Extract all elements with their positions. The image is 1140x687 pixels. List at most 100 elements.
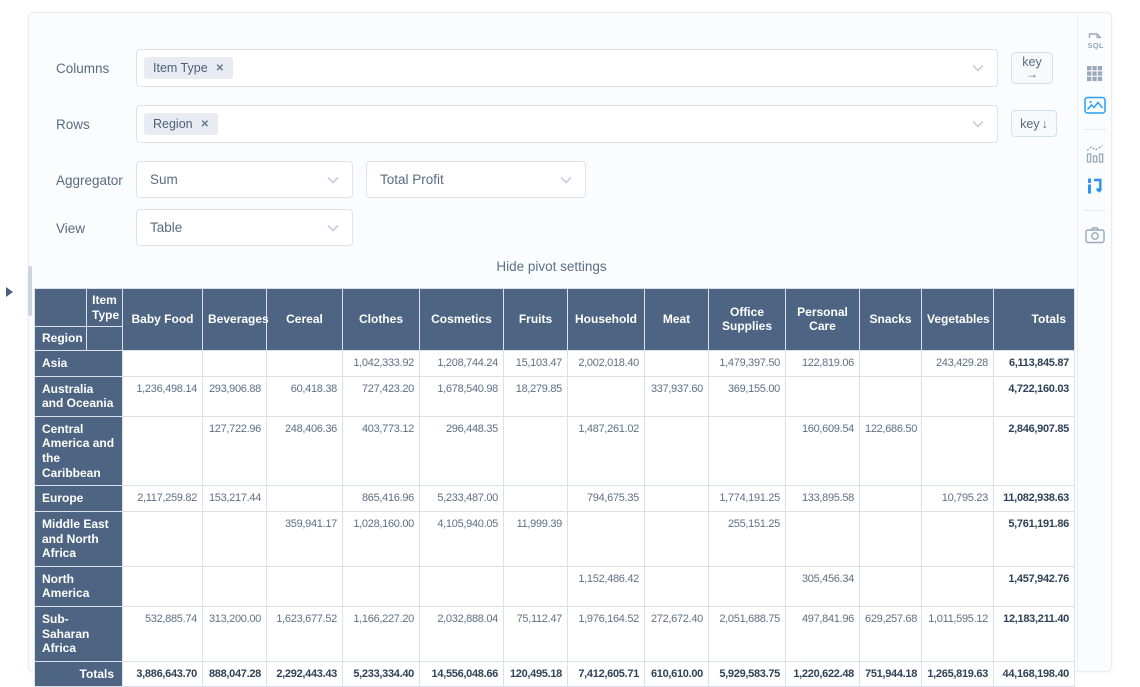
rows-tag-region[interactable]: Region ✕ (144, 113, 218, 135)
data-cell (203, 350, 267, 376)
data-cell (860, 511, 922, 566)
columns-tag-item-type[interactable]: Item Type ✕ (144, 57, 233, 79)
row-header: Australia and Oceania (35, 376, 123, 416)
data-cell: 2,117,259.82 (123, 486, 203, 512)
data-cell: 1,774,191.25 (709, 486, 786, 512)
view-select[interactable]: Table (136, 209, 353, 246)
row-total-cell: 5,761,191.86 (994, 511, 1075, 566)
col-header: Clothes (343, 289, 420, 351)
data-cell: 122,686.50 (860, 416, 922, 486)
col-total-cell: 1,265,819.63 (922, 661, 994, 686)
pivot-view-icon[interactable] (1083, 174, 1107, 198)
grand-total-cell: 44,168,198.40 (994, 661, 1075, 686)
data-cell: 2,051,688.75 (709, 607, 786, 662)
data-cell (860, 486, 922, 512)
col-total-cell: 1,220,622.48 (786, 661, 860, 686)
col-header-row: Item TypeBaby FoodBeveragesCerealClothes… (35, 289, 1075, 327)
row-header: Central America and the Caribbean (35, 416, 123, 486)
data-cell: 243,429.28 (922, 350, 994, 376)
data-cell: 1,487,261.02 (568, 416, 645, 486)
data-cell (123, 350, 203, 376)
col-total-cell: 5,233,334.40 (343, 661, 420, 686)
toolbar-divider (1084, 129, 1106, 130)
rows-select[interactable]: Region ✕ (136, 105, 998, 143)
data-cell (123, 511, 203, 566)
table-row: North America1,152,486.42305,456.341,457… (35, 566, 1075, 606)
hide-pivot-settings-link[interactable]: Hide pivot settings (29, 259, 1074, 274)
rows-key-button[interactable]: key ↓ (1011, 110, 1057, 137)
data-cell (860, 350, 922, 376)
data-cell (267, 486, 343, 512)
data-cell: 1,042,333.92 (343, 350, 420, 376)
data-cell (709, 566, 786, 606)
chevron-down-icon (972, 65, 984, 72)
col-total-cell: 888,047.28 (203, 661, 267, 686)
row-header: North America (35, 566, 123, 606)
data-cell: 497,841.96 (786, 607, 860, 662)
aggregator-field-value: Total Profit (367, 172, 444, 187)
data-cell (203, 511, 267, 566)
data-cell (860, 376, 922, 416)
view-value: Table (137, 220, 182, 235)
row-total-cell: 2,846,907.85 (994, 416, 1075, 486)
data-cell: 1,028,160.00 (343, 511, 420, 566)
scrollbar-thumb[interactable] (28, 266, 32, 316)
data-cell: 1,208,744.24 (420, 350, 504, 376)
chevron-down-icon (972, 121, 984, 128)
data-cell (709, 416, 786, 486)
data-cell: 337,937.60 (645, 376, 709, 416)
tag-label: Region (153, 117, 193, 131)
data-cell (568, 376, 645, 416)
data-cell: 369,155.00 (709, 376, 786, 416)
chevron-down-icon (327, 176, 339, 183)
aggregator-label: Aggregator (56, 173, 123, 188)
tag-label: Item Type (153, 61, 208, 75)
row-total-cell: 11,082,938.63 (994, 486, 1075, 512)
data-cell: 1,011,595.12 (922, 607, 994, 662)
columns-label: Columns (56, 61, 109, 76)
data-cell: 313,200.00 (203, 607, 267, 662)
aggregator-select[interactable]: Sum (136, 161, 353, 198)
data-cell (123, 566, 203, 606)
col-total-cell: 5,929,583.75 (709, 661, 786, 686)
data-grid-icon[interactable] (1083, 61, 1107, 85)
row-total-cell: 4,722,160.03 (994, 376, 1075, 416)
data-cell: 153,217.44 (203, 486, 267, 512)
data-cell: 18,279.85 (504, 376, 568, 416)
chart-view-icon[interactable] (1083, 142, 1107, 166)
remove-tag-icon[interactable]: ✕ (201, 119, 209, 130)
collapse-panel-arrow-icon[interactable] (6, 287, 13, 297)
col-total-cell: 3,886,643.70 (123, 661, 203, 686)
data-cell: 133,895.58 (786, 486, 860, 512)
data-cell: 272,672.40 (645, 607, 709, 662)
aggregator-field-select[interactable]: Total Profit (366, 161, 586, 198)
totals-row: Totals3,886,643.70888,047.282,292,443.43… (35, 661, 1075, 686)
aggregator-value: Sum (137, 172, 178, 187)
data-cell (786, 376, 860, 416)
table-row: Sub-Saharan Africa532,885.74313,200.001,… (35, 607, 1075, 662)
chevron-down-icon (327, 224, 339, 231)
table-row: Central America and the Caribbean127,722… (35, 416, 1075, 486)
data-cell: 5,233,487.00 (420, 486, 504, 512)
row-total-cell: 1,457,942.76 (994, 566, 1075, 606)
col-header: Baby Food (123, 289, 203, 351)
table-row: Middle East and North Africa359,941.171,… (35, 511, 1075, 566)
data-cell: 248,406.36 (267, 416, 343, 486)
data-cell: 403,773.12 (343, 416, 420, 486)
data-cell: 15,103.47 (504, 350, 568, 376)
remove-tag-icon[interactable]: ✕ (216, 63, 224, 74)
col-total-cell: 2,292,443.43 (267, 661, 343, 686)
columns-key-button[interactable]: key → (1011, 52, 1053, 84)
camera-icon[interactable] (1083, 223, 1107, 247)
data-cell (645, 566, 709, 606)
data-cell (568, 511, 645, 566)
col-total-cell: 610,610.00 (645, 661, 709, 686)
data-cell: 1,166,227.20 (343, 607, 420, 662)
data-cell: 122,819.06 (786, 350, 860, 376)
data-cell (860, 566, 922, 606)
corner-cell (87, 327, 123, 351)
sql-icon[interactable]: SQL (1083, 29, 1107, 53)
columns-select[interactable]: Item Type ✕ (136, 49, 998, 87)
image-view-icon[interactable] (1083, 93, 1107, 117)
chevron-down-icon (560, 176, 572, 183)
